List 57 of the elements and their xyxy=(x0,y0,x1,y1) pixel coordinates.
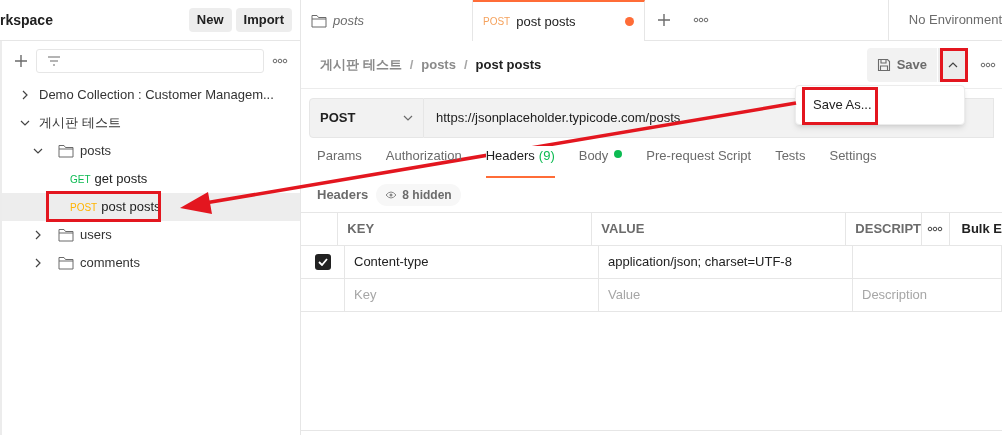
chevron-icon[interactable] xyxy=(33,258,43,268)
environment-selector[interactable]: No Environment xyxy=(908,10,1002,30)
tree-item[interactable]: Demo Collection : Customer Managem... xyxy=(2,81,300,109)
more-icon[interactable] xyxy=(693,17,709,23)
column-header: KEY xyxy=(338,213,593,245)
folder-icon xyxy=(58,228,74,242)
more-icon[interactable] xyxy=(980,61,996,68)
table-cell: Content-type xyxy=(345,246,599,278)
menu-item[interactable]: Save As... xyxy=(813,95,872,115)
breadcrumb-current: post posts xyxy=(475,55,542,74)
folder-icon xyxy=(311,13,327,28)
request-tab[interactable]: posts xyxy=(301,0,473,41)
annotation-box xyxy=(940,48,968,82)
tree-item[interactable]: users xyxy=(2,221,300,249)
save-button[interactable]: Save xyxy=(866,47,937,82)
hidden-headers-badge[interactable]: 8 hidden xyxy=(376,184,461,206)
caret-icon xyxy=(948,61,958,68)
folder-icon xyxy=(58,144,74,158)
chevron-icon[interactable] xyxy=(33,146,43,156)
filter-field[interactable] xyxy=(36,49,264,73)
breadcrumb-link[interactable]: posts xyxy=(421,54,456,75)
workspace-title: rkspace xyxy=(0,10,54,30)
column-header: VALUE xyxy=(592,213,847,245)
request-section-tab[interactable]: Params xyxy=(317,146,362,178)
caret-icon xyxy=(403,115,413,121)
method-dropdown[interactable]: POST xyxy=(309,98,424,138)
request-section-tab[interactable]: Settings xyxy=(829,146,877,178)
request-section-tab[interactable]: Tests xyxy=(775,146,806,178)
request-tab[interactable]: POST post posts xyxy=(473,0,645,41)
tree-item[interactable]: posts xyxy=(2,137,300,165)
request-section-tab[interactable]: Body xyxy=(578,146,623,178)
tree-item[interactable]: GET get posts xyxy=(2,165,300,193)
filter-icon xyxy=(47,55,61,67)
more-icon[interactable] xyxy=(272,58,288,64)
tree-item[interactable]: comments xyxy=(2,249,300,277)
breadcrumb-separator: / xyxy=(409,55,414,74)
new-button[interactable]: New xyxy=(188,8,232,32)
import-button[interactable]: Import xyxy=(235,8,292,32)
request-section-tab[interactable]: Pre-request Script xyxy=(646,146,752,178)
checkbox[interactable] xyxy=(314,254,331,270)
more-icon[interactable] xyxy=(927,226,944,232)
request-section-tab[interactable]: Headers (9) xyxy=(485,146,555,178)
tree-item[interactable]: 게시판 테스트 xyxy=(2,109,300,137)
column-header: DESCRIPT xyxy=(846,213,923,245)
chevron-icon[interactable] xyxy=(33,230,43,240)
table-cell: application/json; charset=UTF-8 xyxy=(599,246,853,278)
check-icon xyxy=(317,258,328,266)
headers-label: Headers xyxy=(317,186,369,205)
chevron-icon[interactable] xyxy=(20,90,30,100)
chevron-icon[interactable] xyxy=(20,118,30,128)
request-section-tab[interactable]: Authorization xyxy=(385,146,462,178)
folder-icon xyxy=(58,256,74,270)
plus-icon[interactable] xyxy=(14,54,28,68)
eye-icon xyxy=(385,191,398,199)
plus-icon[interactable] xyxy=(657,13,671,27)
breadcrumb-separator: / xyxy=(463,55,468,74)
bulk-edit-link[interactable]: Bulk E xyxy=(949,213,1002,245)
